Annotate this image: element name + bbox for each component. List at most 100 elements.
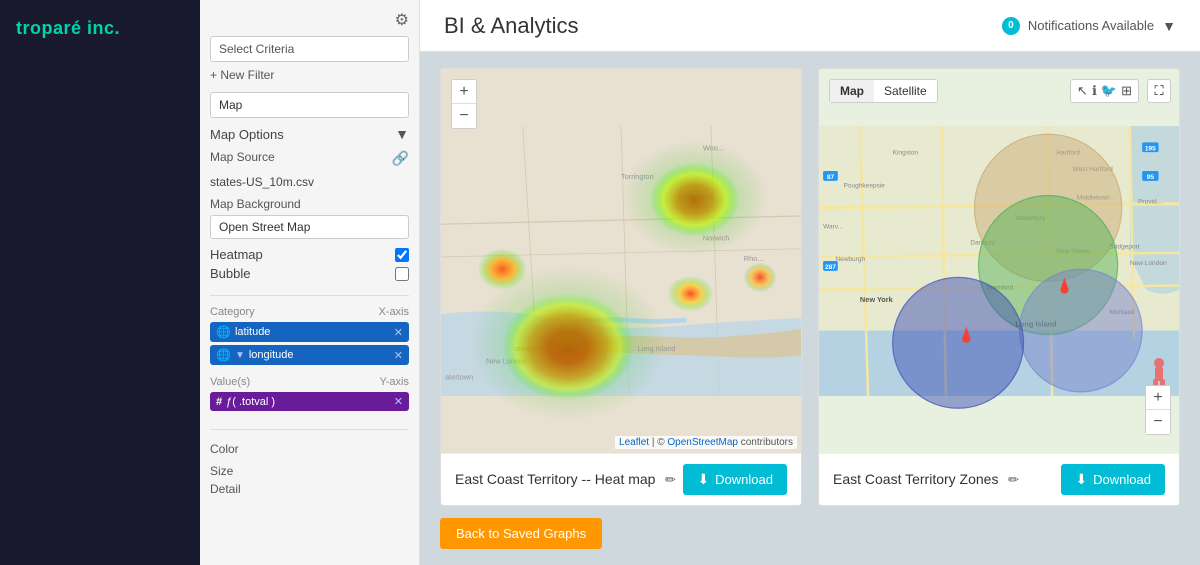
page-title: BI & Analytics xyxy=(444,13,579,39)
top-header: BI & Analytics 0 Notifications Available… xyxy=(420,0,1200,52)
charts-row: Woo... Willimantic Norwich Rho... Torrin… xyxy=(440,68,1180,506)
divider-1 xyxy=(210,295,409,296)
zones-zoom-in-button[interactable]: + xyxy=(1146,386,1170,410)
svg-text:New London: New London xyxy=(1130,260,1167,267)
zones-map-container: 87 287 95 195 Poughkeepsie Kingston Hart… xyxy=(819,69,1179,453)
leaflet-attribution: Leaflet | © OpenStreetMap contributors xyxy=(615,436,797,449)
svg-text:Poughkeepsie: Poughkeepsie xyxy=(844,182,886,189)
toolbar-cursor-icon[interactable]: ↖ xyxy=(1077,83,1088,99)
notifications-area: 0 Notifications Available ▼ xyxy=(1002,17,1176,35)
map-source-row: Map Source 🔗 xyxy=(210,150,409,167)
heatmap-title-row: East Coast Territory -- Heat map ✏ xyxy=(455,471,676,489)
bubble-row: Bubble xyxy=(210,266,409,281)
latitude-chip[interactable]: 🌐 latitude ✕ xyxy=(210,322,409,342)
link-icon[interactable]: 🔗 xyxy=(392,150,409,167)
heatmap-download-button[interactable]: ⬇ Download xyxy=(683,464,787,495)
zones-map-toolbar: ↖ ℹ 🐦 ⊞ xyxy=(1070,79,1139,103)
brand-sidebar: troparé inc. xyxy=(0,0,200,565)
svg-text:New York: New York xyxy=(860,295,894,304)
back-to-saved-graphs-button[interactable]: Back to Saved Graphs xyxy=(440,518,602,549)
values-section: Value(s) Y-axis # ƒ( .totval ) ✕ xyxy=(210,376,409,411)
size-label: Size xyxy=(210,464,233,478)
svg-text:287: 287 xyxy=(825,264,836,271)
svg-text:atertown: atertown xyxy=(445,373,473,382)
heatmap-checkbox[interactable] xyxy=(395,248,409,262)
toolbar-info-icon[interactable]: ℹ xyxy=(1092,83,1097,99)
new-filter-link[interactable]: + New Filter xyxy=(210,68,409,82)
latitude-chip-label: latitude xyxy=(235,326,270,338)
latitude-chip-remove[interactable]: ✕ xyxy=(394,326,403,339)
gear-button[interactable]: ⚙ xyxy=(395,10,409,30)
values-chip[interactable]: # ƒ( .totval ) ✕ xyxy=(210,392,409,411)
zones-map-tabs: Map Satellite xyxy=(829,79,938,103)
map-source-filename: states-US_10m.csv xyxy=(210,175,314,189)
heatmap-download-icon: ⬇ xyxy=(697,471,709,488)
heatmap-chart-title: East Coast Territory -- Heat map xyxy=(455,471,655,487)
svg-text:Rho...: Rho... xyxy=(744,254,764,263)
expand-panel[interactable]: › › xyxy=(419,264,420,302)
svg-text:Provid...: Provid... xyxy=(1138,199,1162,206)
gear-row: ⚙ xyxy=(210,10,409,30)
divider-2 xyxy=(210,429,409,430)
color-label: Color xyxy=(210,442,239,456)
longitude-chip[interactable]: 🌐 ▼ longitude ✕ xyxy=(210,345,409,365)
map-tab-satellite[interactable]: Satellite xyxy=(874,80,937,102)
values-func-label: ƒ( .totval ) xyxy=(226,396,275,408)
values-chip-remove[interactable]: ✕ xyxy=(394,395,403,408)
map-type-select[interactable]: Map xyxy=(210,92,409,118)
brand-logo: troparé inc. xyxy=(16,18,120,39)
svg-text:Kingston: Kingston xyxy=(893,150,919,157)
map-options-label: Map Options xyxy=(210,127,284,142)
zones-footer: East Coast Territory Zones ✏ ⬇ Download xyxy=(819,453,1179,505)
zoom-in-button[interactable]: + xyxy=(452,80,476,104)
longitude-chip-remove[interactable]: ✕ xyxy=(394,349,403,362)
heatmap-row: Heatmap xyxy=(210,247,409,262)
dropdown-arrow-icon: ▼ xyxy=(235,350,245,361)
detail-section: Detail xyxy=(210,480,409,498)
zones-chart-title: East Coast Territory Zones xyxy=(833,471,998,487)
hash-icon: # xyxy=(216,396,222,408)
svg-text:95: 95 xyxy=(1147,174,1155,181)
category-section: Category X-axis 🌐 latitude ✕ 🌐 ▼ longitu… xyxy=(210,306,409,368)
map-background-select[interactable]: Open Street Map xyxy=(210,215,409,239)
map-options-chevron-icon[interactable]: ▼ xyxy=(395,126,409,142)
toolbar-grid-icon[interactable]: ⊞ xyxy=(1121,83,1132,99)
map-tab-map[interactable]: Map xyxy=(830,80,874,102)
zones-download-icon: ⬇ xyxy=(1075,471,1087,488)
notification-label: Notifications Available xyxy=(1028,18,1154,33)
heatmap-label: Heatmap xyxy=(210,247,263,262)
zones-title-row: East Coast Territory Zones ✏ xyxy=(833,471,1019,489)
controls-sidebar: ⚙ Select Criteria + New Filter Map Map O… xyxy=(200,0,420,565)
notification-chevron-icon[interactable]: ▼ xyxy=(1162,18,1176,34)
zones-card: 87 287 95 195 Poughkeepsie Kingston Hart… xyxy=(818,68,1180,506)
zones-edit-icon[interactable]: ✏ xyxy=(1008,472,1019,487)
detail-label: Detail xyxy=(210,482,241,496)
map-options-row: Map Options ▼ xyxy=(210,126,409,142)
values-header-label: Value(s) xyxy=(210,376,250,388)
globe-icon-1: 🌐 xyxy=(216,325,231,339)
heatmap-map-container: Woo... Willimantic Norwich Rho... Torrin… xyxy=(441,69,801,453)
svg-text:Newburgh: Newburgh xyxy=(835,256,865,263)
charts-area: Woo... Willimantic Norwich Rho... Torrin… xyxy=(420,52,1200,565)
globe-icon-2: 🌐 xyxy=(216,348,231,362)
notification-badge: 0 xyxy=(1002,17,1020,35)
toolbar-share-icon[interactable]: 🐦 xyxy=(1101,83,1117,99)
heatmap-footer: East Coast Territory -- Heat map ✏ ⬇ Dow… xyxy=(441,453,801,505)
y-axis-header-label: Y-axis xyxy=(379,376,409,388)
zones-download-button[interactable]: ⬇ Download xyxy=(1061,464,1165,495)
zoom-out-button[interactable]: − xyxy=(452,104,476,128)
map-background-label: Map Background xyxy=(210,197,409,211)
select-criteria-dropdown[interactable]: Select Criteria xyxy=(210,36,409,62)
zones-svg: 87 287 95 195 Poughkeepsie Kingston Hart… xyxy=(819,69,1179,453)
values-axis-header: Value(s) Y-axis xyxy=(210,376,409,388)
back-button-row: Back to Saved Graphs xyxy=(440,518,1180,549)
zones-zoom-controls: + − xyxy=(1145,385,1171,435)
zones-fullscreen-button[interactable]: ⛶ xyxy=(1147,79,1171,103)
size-section: Size xyxy=(210,462,409,480)
main-content: BI & Analytics 0 Notifications Available… xyxy=(420,0,1200,565)
heatmap-edit-icon[interactable]: ✏ xyxy=(665,472,676,487)
longitude-chip-label: longitude xyxy=(249,349,294,361)
zones-zoom-out-button[interactable]: − xyxy=(1146,410,1170,434)
heatmap-zoom-controls: + − xyxy=(451,79,477,129)
bubble-checkbox[interactable] xyxy=(395,267,409,281)
